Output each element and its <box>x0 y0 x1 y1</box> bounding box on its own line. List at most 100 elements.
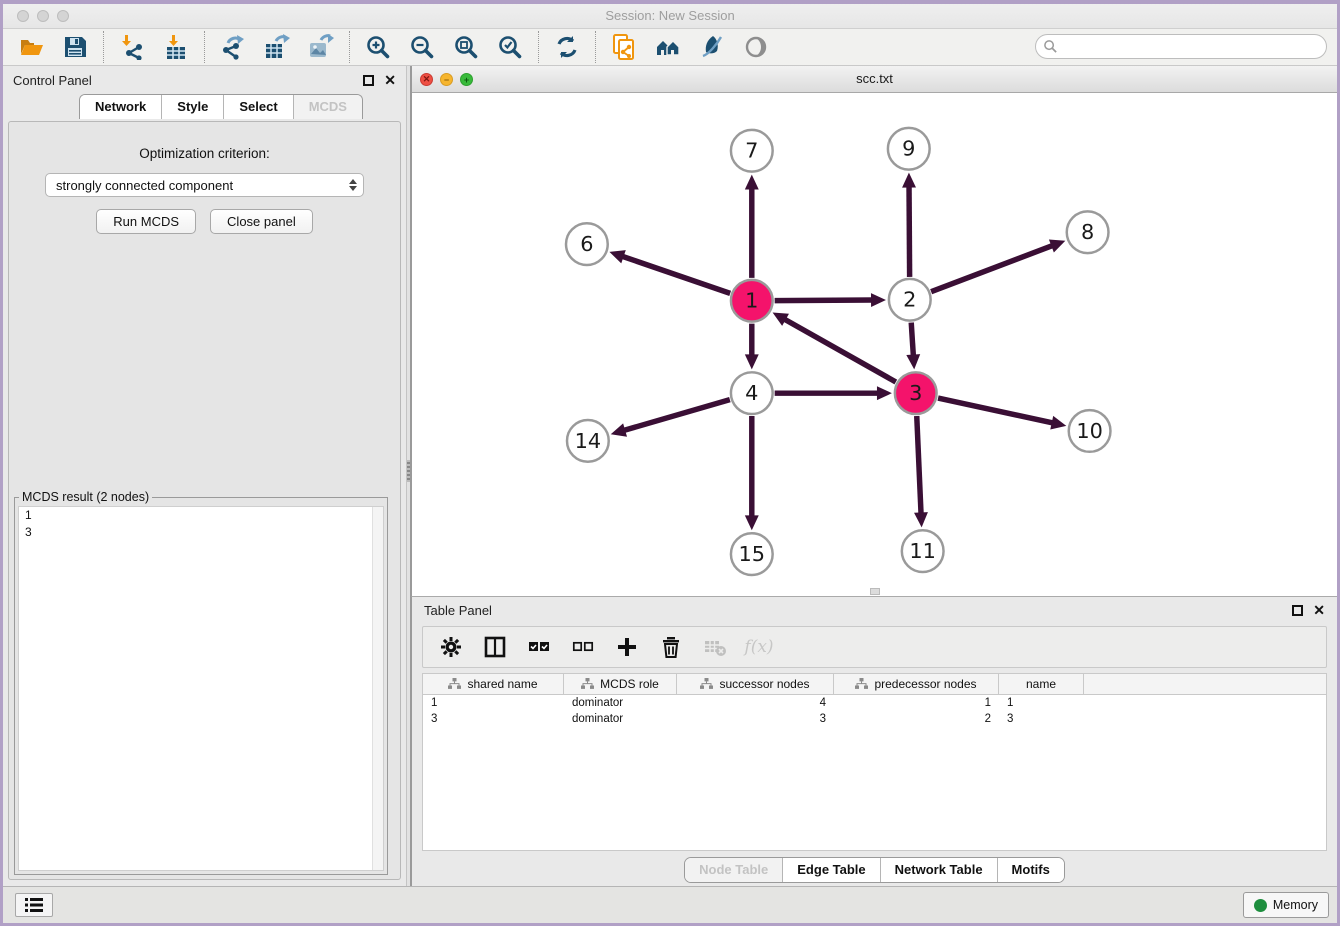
import-table-icon[interactable] <box>162 33 190 61</box>
edge-arrowhead <box>1050 416 1066 430</box>
zoom-out-icon[interactable] <box>408 33 436 61</box>
network-graph[interactable]: 7968124314101511 <box>412 93 1337 596</box>
titlebar: Session: New Session <box>3 4 1337 29</box>
column-tree-icon <box>700 678 713 690</box>
float-panel-icon[interactable] <box>363 75 374 86</box>
application-window: Session: New Session <box>0 0 1340 926</box>
table-cell: 2 <box>834 711 999 727</box>
result-scrollbar[interactable] <box>372 507 383 870</box>
column-header-shared-name[interactable]: shared name <box>423 674 564 694</box>
export-image-icon[interactable] <box>307 33 335 61</box>
duplicate-network-icon[interactable] <box>610 33 638 61</box>
tab-mcds[interactable]: MCDS <box>294 95 362 119</box>
criterion-dropdown-value: strongly connected component <box>56 178 349 193</box>
show-hide-panel-icon[interactable] <box>742 33 770 61</box>
table-cell: dominator <box>564 695 677 711</box>
close-panel-button[interactable]: Close panel <box>210 209 313 234</box>
search-input[interactable] <box>1035 34 1327 59</box>
mcds-result-group: MCDS result (2 nodes) 13 <box>14 490 388 875</box>
export-network-icon[interactable] <box>219 33 247 61</box>
canvas-resize-nub[interactable] <box>870 588 880 595</box>
edge-1-6[interactable] <box>621 256 730 294</box>
tab-style[interactable]: Style <box>162 95 224 119</box>
node-label: 8 <box>1081 220 1094 244</box>
open-session-icon[interactable] <box>17 33 45 61</box>
edge-arrowhead <box>745 515 759 530</box>
table-cell: 1 <box>423 695 564 711</box>
column-tree-icon <box>448 678 461 690</box>
import-network-icon[interactable] <box>118 33 146 61</box>
window-title: Session: New Session <box>3 8 1337 23</box>
column-header-label: name <box>1026 677 1056 691</box>
node-table[interactable]: shared name MCDS role successor nodes prede… <box>422 673 1327 851</box>
task-history-button[interactable] <box>15 893 53 917</box>
edge-3-10[interactable] <box>938 398 1055 423</box>
delete-column-icon[interactable] <box>659 635 683 659</box>
close-panel-icon[interactable]: ✕ <box>384 75 396 86</box>
edge-arrowhead <box>871 293 886 307</box>
dropdown-stepper-icon <box>349 179 357 191</box>
table-cell: 1 <box>999 695 1084 711</box>
table-tab-motifs[interactable]: Motifs <box>998 858 1064 882</box>
memory-label: Memory <box>1273 898 1318 912</box>
table-tab-node-table[interactable]: Node Table <box>685 858 783 882</box>
network-window-titlebar[interactable]: ✕ − + scc.txt <box>412 66 1337 93</box>
column-header-label: successor nodes <box>719 677 809 691</box>
table-row[interactable]: 3dominator323 <box>423 711 1326 727</box>
search-icon <box>1043 39 1058 54</box>
edge-2-8[interactable] <box>931 245 1054 292</box>
node-label: 9 <box>902 137 915 161</box>
node-label: 2 <box>903 288 916 312</box>
add-column-icon[interactable] <box>615 635 639 659</box>
node-label: 4 <box>745 381 758 405</box>
close-table-panel-icon[interactable]: ✕ <box>1313 605 1325 616</box>
criterion-dropdown[interactable]: strongly connected component <box>45 173 364 197</box>
zoom-selected-icon[interactable] <box>496 33 524 61</box>
column-header-name[interactable]: name <box>999 674 1084 694</box>
edge-arrowhead <box>609 250 625 263</box>
column-header-predecessor-nodes[interactable]: predecessor nodes <box>834 674 999 694</box>
memory-button[interactable]: Memory <box>1243 892 1329 918</box>
mcds-result-legend: MCDS result (2 nodes) <box>19 490 152 504</box>
edge-2-9[interactable] <box>909 185 910 277</box>
deselect-all-icon[interactable] <box>571 635 595 659</box>
float-table-panel-icon[interactable] <box>1292 605 1303 616</box>
tab-select[interactable]: Select <box>224 95 293 119</box>
run-mcds-button[interactable]: Run MCDS <box>96 209 196 234</box>
settings-icon[interactable] <box>439 635 463 659</box>
column-header-MCDS-role[interactable]: MCDS role <box>564 674 677 694</box>
network-canvas[interactable]: 7968124314101511 <box>412 93 1337 596</box>
edge-arrowhead <box>914 512 928 527</box>
node-label: 6 <box>580 232 593 256</box>
column-header-successor-nodes[interactable]: successor nodes <box>677 674 834 694</box>
network-window-title: scc.txt <box>412 71 1337 86</box>
table-tab-network-table[interactable]: Network Table <box>881 858 998 882</box>
table-toolbar: f(x) <box>422 626 1327 668</box>
graphics-details-icon[interactable] <box>698 33 726 61</box>
edge-1-2[interactable] <box>775 300 874 301</box>
node-label: 3 <box>909 381 922 405</box>
edge-3-1[interactable] <box>783 318 896 382</box>
edge-4-14[interactable] <box>622 400 730 431</box>
memory-status-icon <box>1254 899 1267 912</box>
first-neighbors-icon[interactable] <box>654 33 682 61</box>
table-cell: 3 <box>423 711 564 727</box>
tab-network[interactable]: Network <box>80 95 162 119</box>
select-all-icon[interactable] <box>527 635 551 659</box>
column-layout-icon[interactable] <box>483 635 507 659</box>
edge-2-3[interactable] <box>911 323 913 358</box>
export-table-icon[interactable] <box>263 33 291 61</box>
table-panel-title: Table Panel <box>424 603 1292 618</box>
table-tab-edge-table[interactable]: Edge Table <box>783 858 880 882</box>
mcds-result-list[interactable]: 13 <box>18 506 384 871</box>
column-tree-icon <box>581 678 594 690</box>
refresh-icon[interactable] <box>553 33 581 61</box>
table-header-row: shared name MCDS role successor nodes prede… <box>423 674 1326 695</box>
table-row[interactable]: 1dominator411 <box>423 695 1326 711</box>
zoom-fit-icon[interactable] <box>452 33 480 61</box>
edge-3-11[interactable] <box>917 416 921 515</box>
zoom-in-icon[interactable] <box>364 33 392 61</box>
column-header-label: MCDS role <box>600 677 659 691</box>
splitter-grip-icon <box>407 460 410 482</box>
save-session-icon[interactable] <box>61 33 89 61</box>
